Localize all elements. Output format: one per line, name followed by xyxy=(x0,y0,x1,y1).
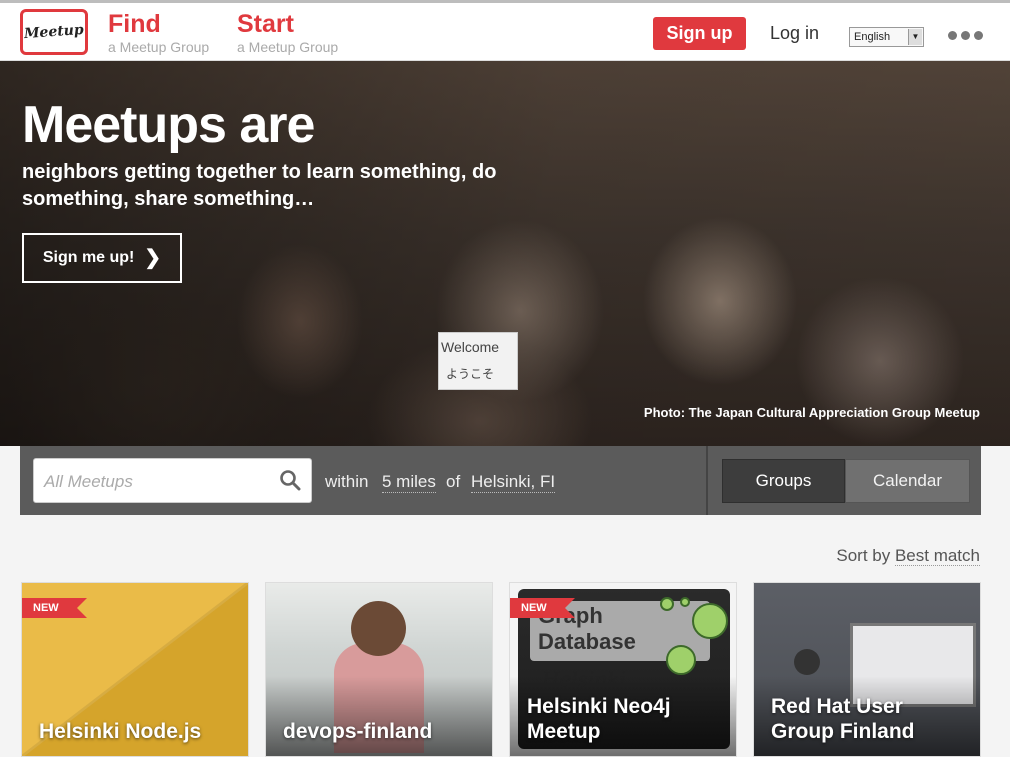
sort-control[interactable]: Sort by Best match xyxy=(836,546,980,566)
group-photo xyxy=(351,601,406,656)
start-subtitle: a Meetup Group xyxy=(237,39,339,55)
sign-up-button[interactable]: Sign up xyxy=(653,17,746,50)
photo-credit: Photo: The Japan Cultural Appreciation G… xyxy=(643,405,980,420)
chevron-right-icon: ❯ xyxy=(144,247,162,269)
group-card[interactable]: NEW Helsinki Node.js xyxy=(21,582,249,757)
language-value: English xyxy=(854,31,891,43)
logo-text: Meetup xyxy=(23,21,85,43)
group-card-title: Red Hat User Group Finland xyxy=(771,695,915,743)
new-badge: NEW xyxy=(510,598,575,618)
top-header: Meetup Find a Meetup Group Start a Meetu… xyxy=(0,0,1010,61)
language-select[interactable]: English ▼ xyxy=(849,27,924,47)
more-menu-icon[interactable] xyxy=(948,31,983,40)
tab-groups[interactable]: Groups xyxy=(722,459,845,503)
start-title: Start xyxy=(237,10,294,38)
search-icon[interactable] xyxy=(279,469,301,491)
location-filter[interactable]: Helsinki, FI xyxy=(471,472,556,493)
group-card[interactable]: devops-finland xyxy=(265,582,493,757)
group-card-title: devops-finland xyxy=(283,720,433,743)
sort-value[interactable]: Best match xyxy=(894,546,980,566)
search-bar: All Meetups within 5 miles of Helsinki, … xyxy=(20,446,981,515)
hero-subtitle: neighbors getting together to learn some… xyxy=(22,161,497,210)
group-card[interactable]: GraphDatabase Helsinki NEW Helsinki Neo4… xyxy=(509,582,737,757)
sign-me-up-button[interactable]: Sign me up! ❯ xyxy=(22,233,182,283)
find-group-link[interactable]: Find a Meetup Group xyxy=(108,9,209,55)
find-subtitle: a Meetup Group xyxy=(108,39,210,55)
new-badge: NEW xyxy=(22,598,87,618)
group-card-title: Helsinki Neo4j Meetup xyxy=(527,695,671,743)
search-placeholder: All Meetups xyxy=(44,472,133,491)
tab-calendar[interactable]: Calendar xyxy=(845,459,970,503)
hero-title: Meetups are xyxy=(22,96,315,154)
dropdown-arrow-icon: ▼ xyxy=(908,29,922,45)
welcome-sign-text: Welcome xyxy=(441,339,500,355)
meetup-logo[interactable]: Meetup xyxy=(20,9,88,55)
of-label: of xyxy=(446,472,461,491)
find-title: Find xyxy=(108,10,161,38)
start-group-link[interactable]: Start a Meetup Group xyxy=(237,9,338,55)
log-in-link[interactable]: Log in xyxy=(770,23,819,44)
search-input[interactable]: All Meetups xyxy=(33,458,312,503)
view-toggle: Groups Calendar xyxy=(706,446,981,515)
hero-banner: Welcome ようこそ Meetups are neighbors getti… xyxy=(0,61,1010,446)
distance-filter[interactable]: 5 miles xyxy=(382,472,436,493)
welcome-sign-japanese: ようこそ xyxy=(446,367,495,381)
sign-me-up-label: Sign me up! xyxy=(42,249,135,266)
group-card-title: Helsinki Node.js xyxy=(39,720,202,743)
within-label: within xyxy=(325,472,369,491)
group-card[interactable]: Red Hat User Group Finland xyxy=(753,582,981,757)
sort-label: Sort by xyxy=(836,546,891,565)
